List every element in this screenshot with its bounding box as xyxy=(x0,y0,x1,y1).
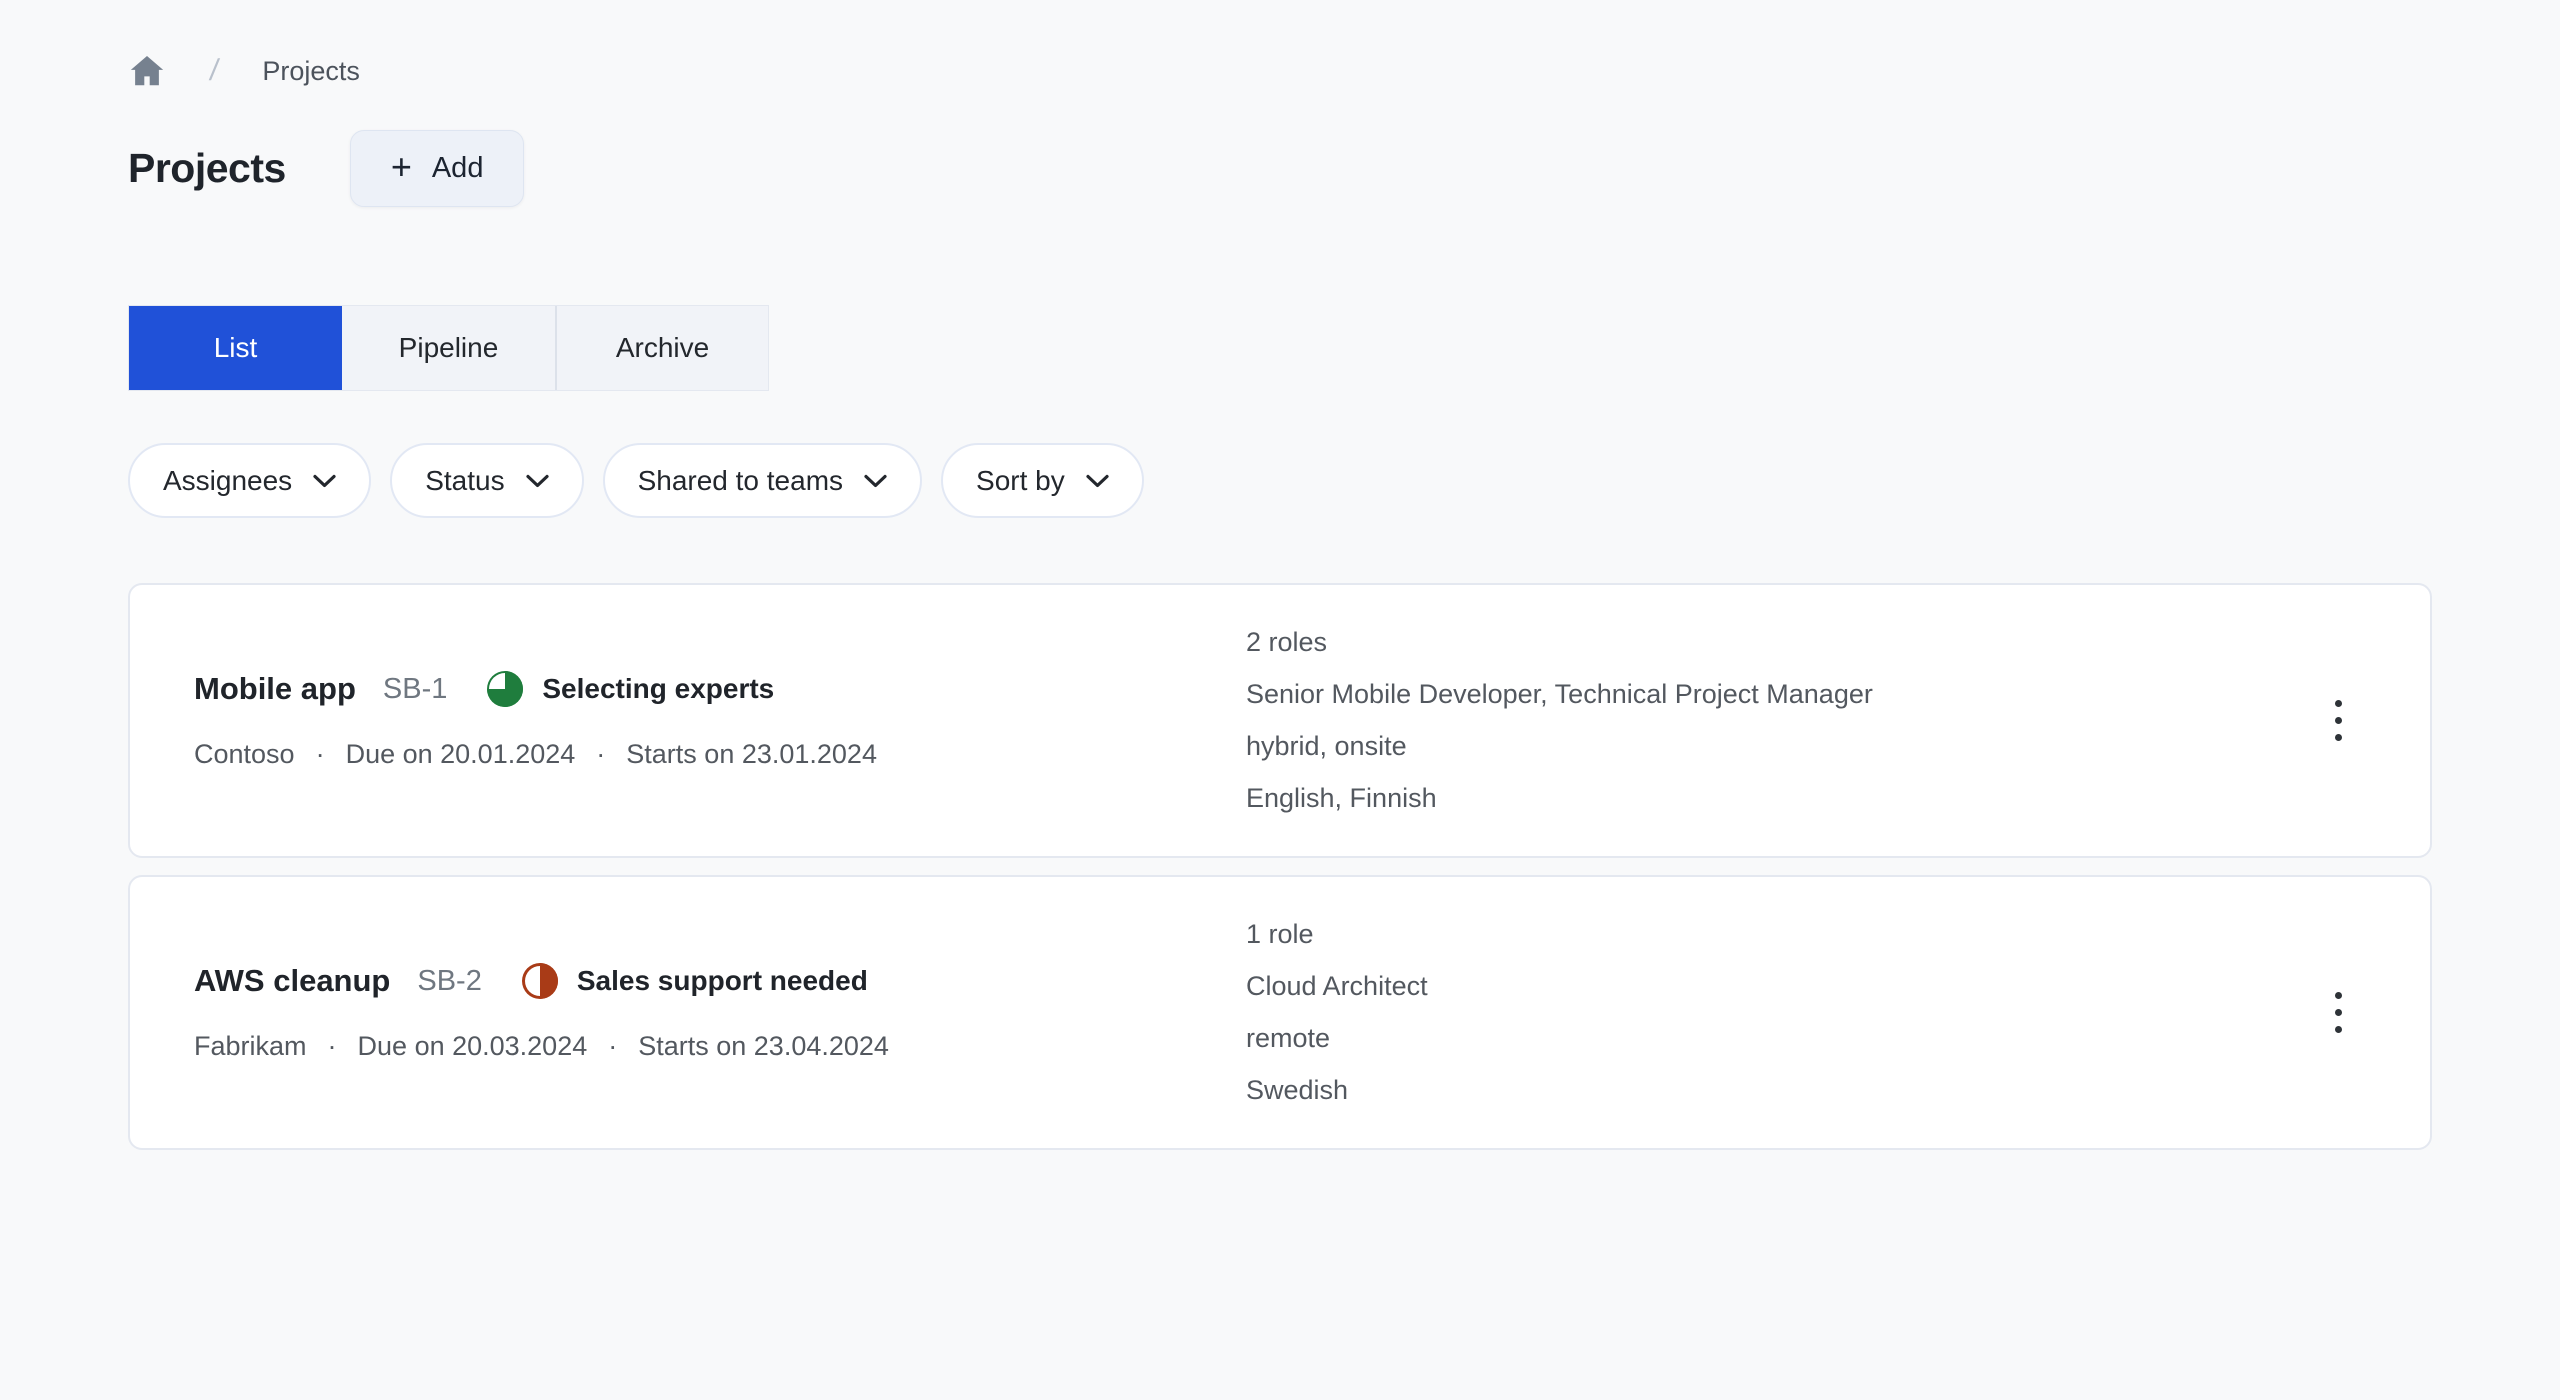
filter-assignees[interactable]: Assignees xyxy=(128,443,372,518)
page-title: Projects xyxy=(128,145,286,191)
project-title-row: Mobile app SB-1 Selecting experts xyxy=(194,671,1246,707)
meta-dot: · xyxy=(608,1031,618,1061)
project-roles: Cloud Architect xyxy=(1246,970,1428,1001)
meta-dot: · xyxy=(315,739,325,769)
projects-page: / Projects Projects + Add List Pipeline … xyxy=(0,0,2560,1150)
project-status-label: Selecting experts xyxy=(542,673,775,704)
project-roles-info: 2 roles Senior Mobile Developer, Technic… xyxy=(1246,585,2308,856)
project-meta-row: Contoso · Due on 20.01.2024 · Starts on … xyxy=(194,739,1246,770)
project-client: Fabrikam xyxy=(194,1031,307,1061)
kebab-menu-icon[interactable] xyxy=(2308,978,2368,1048)
filter-status-label: Status xyxy=(425,464,505,496)
project-title-row: AWS cleanup SB-2 Sales support needed xyxy=(194,963,1246,999)
project-name: Mobile app xyxy=(194,671,356,706)
project-roles-count: 2 roles xyxy=(1246,626,1328,657)
page-header: Projects + Add xyxy=(128,130,2432,207)
project-code: SB-2 xyxy=(417,964,482,997)
filter-shared-to-teams-label: Shared to teams xyxy=(637,464,844,496)
add-button[interactable]: + Add xyxy=(349,130,525,207)
meta-dot: · xyxy=(327,1031,337,1061)
project-card-aws-cleanup[interactable]: AWS cleanup SB-2 Sales support needed Fa… xyxy=(128,875,2432,1150)
project-start-date: Starts on 23.01.2024 xyxy=(626,739,877,769)
filter-status[interactable]: Status xyxy=(390,443,584,518)
project-card-mobile-app[interactable]: Mobile app SB-1 Selecting experts Contos… xyxy=(128,583,2432,858)
filter-bar: Assignees Status Shared to teams Sort by xyxy=(128,443,2432,518)
project-code: SB-1 xyxy=(382,672,448,705)
tab-archive[interactable]: Archive xyxy=(555,306,768,390)
project-meta-row: Fabrikam · Due on 20.03.2024 · Starts on… xyxy=(194,1031,1246,1062)
kebab-menu-icon[interactable] xyxy=(2308,686,2368,756)
breadcrumb: / Projects xyxy=(128,52,2432,90)
chevron-down-icon xyxy=(525,474,549,487)
filter-sort-by-label: Sort by xyxy=(976,464,1065,496)
project-due-date: Due on 20.03.2024 xyxy=(357,1031,588,1061)
project-status-label: Sales support needed xyxy=(576,965,868,996)
chevron-down-icon xyxy=(864,474,887,487)
chevron-down-icon xyxy=(313,474,336,487)
project-summary: Mobile app SB-1 Selecting experts Contos… xyxy=(130,585,1246,856)
project-roles: Senior Mobile Developer, Technical Proje… xyxy=(1246,678,1873,709)
project-start-date: Starts on 23.04.2024 xyxy=(638,1031,889,1061)
tab-list[interactable]: List xyxy=(129,306,342,390)
project-list: Mobile app SB-1 Selecting experts Contos… xyxy=(128,583,2432,1150)
project-roles-count: 1 role xyxy=(1246,918,1314,949)
project-name: AWS cleanup xyxy=(194,963,391,998)
meta-dot: · xyxy=(596,739,606,769)
breadcrumb-separator: / xyxy=(207,54,221,87)
project-due-date: Due on 20.01.2024 xyxy=(345,739,576,769)
home-icon[interactable] xyxy=(128,52,166,90)
tab-pipeline[interactable]: Pipeline xyxy=(342,306,555,390)
project-work-mode: hybrid, onsite xyxy=(1246,731,1407,761)
filter-sort-by[interactable]: Sort by xyxy=(941,443,1144,518)
filter-shared-to-teams[interactable]: Shared to teams xyxy=(602,443,923,518)
add-button-label: Add xyxy=(431,152,484,184)
pie-half-icon xyxy=(521,963,558,999)
breadcrumb-item-projects[interactable]: Projects xyxy=(262,56,360,87)
project-roles-info: 1 role Cloud Architect remote Swedish xyxy=(1246,877,2308,1148)
project-summary: AWS cleanup SB-2 Sales support needed Fa… xyxy=(130,877,1246,1148)
plus-icon: + xyxy=(390,146,412,187)
project-work-mode: remote xyxy=(1246,1023,1331,1053)
chevron-down-icon xyxy=(1086,474,1109,487)
filter-assignees-label: Assignees xyxy=(163,464,293,496)
project-client: Contoso xyxy=(194,739,295,769)
view-tabs: List Pipeline Archive xyxy=(128,305,769,391)
pie-three-quarters-icon xyxy=(487,671,524,707)
project-languages: Swedish xyxy=(1246,1075,1349,1106)
project-languages: English, Finnish xyxy=(1246,783,1437,814)
